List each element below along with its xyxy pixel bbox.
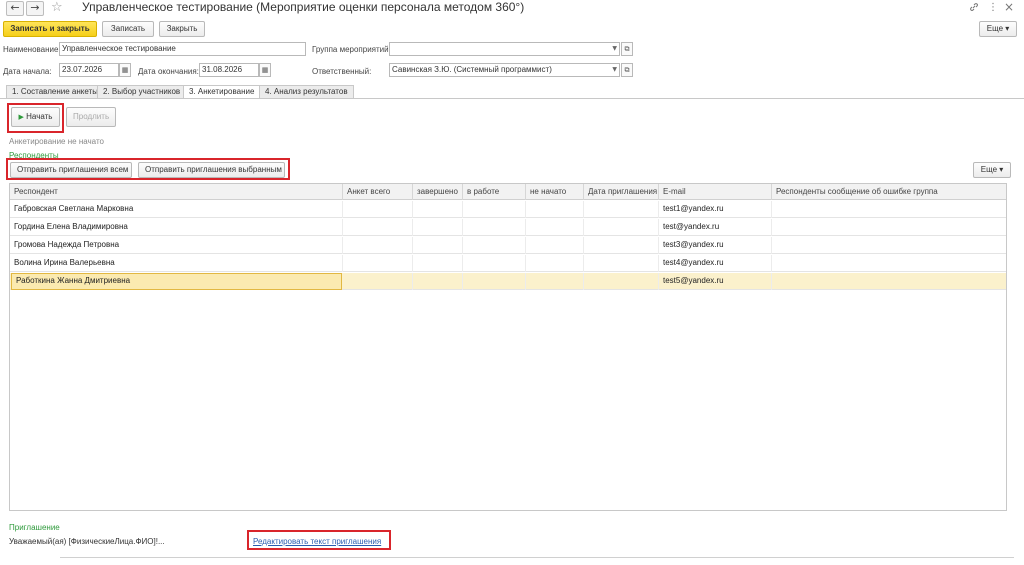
respondent-name: Габровская Светлана Марковна (10, 201, 343, 218)
edit-invitation-link[interactable]: Редактировать текст приглашения (253, 537, 381, 546)
tab-survey[interactable]: 3. Анкетирование (183, 85, 261, 99)
respondent-email: test4@yandex.ru (659, 255, 772, 272)
arrow-right-icon: → (30, 1, 40, 14)
event-group-field[interactable]: ▼ (389, 42, 620, 56)
tab-divider (0, 98, 1024, 99)
open-responsible-button[interactable]: ⧉ (621, 63, 633, 77)
invitation-caption: Приглашение (9, 523, 60, 532)
tab-analysis[interactable]: 4. Анализ результатов (259, 85, 354, 98)
survey-status: Анкетирование не начато (9, 137, 104, 146)
respondent-email: test@yandex.ru (659, 219, 772, 236)
column-respondent[interactable]: Респондент (10, 184, 343, 200)
extend-button[interactable]: Продлить (66, 107, 116, 127)
open-icon: ⧉ (624, 66, 630, 74)
table-row[interactable]: Гордина Елена Владимировна test@yandex.r… (10, 219, 1006, 236)
respondent-name: Гордина Елена Владимировна (10, 219, 343, 236)
column-in-progress[interactable]: в работе (463, 184, 526, 200)
more-button[interactable]: Еще ▾ (979, 21, 1017, 37)
page-title: Управленческое тестирование (Мероприятие… (82, 0, 525, 14)
back-button[interactable]: ← (6, 1, 24, 16)
link-icon[interactable] (969, 2, 979, 15)
calendar-icon: ▦ (261, 66, 269, 74)
close-button[interactable]: Закрыть (159, 21, 205, 37)
table-row[interactable]: Громова Надежда Петровна test3@yandex.ru (10, 237, 1006, 254)
column-not-started[interactable]: не начато (526, 184, 584, 200)
end-date-calendar-button[interactable]: ▦ (259, 63, 271, 77)
end-date-label: Дата окончания: (138, 67, 199, 76)
chevron-down-icon[interactable]: ▼ (612, 43, 617, 55)
calendar-icon: ▦ (121, 66, 129, 74)
start-date-field[interactable]: 23.07.2026 (59, 63, 119, 77)
table-more-button[interactable]: Еще ▾ (973, 162, 1011, 178)
table-row[interactable]: Габровская Светлана Марковна test1@yande… (10, 201, 1006, 218)
column-invitation-date[interactable]: Дата приглашения (584, 184, 659, 200)
respondent-name: Громова Надежда Петровна (10, 237, 343, 254)
name-field[interactable]: Управленческое тестирование (59, 42, 306, 56)
chevron-down-icon[interactable]: ▼ (612, 64, 617, 76)
close-icon[interactable]: × (1004, 0, 1014, 14)
play-icon: ▶ (18, 113, 24, 121)
save-button[interactable]: Записать (102, 21, 154, 37)
table-row-selected[interactable]: Работкина Жанна Дмитриевна test5@yandex.… (10, 273, 1006, 290)
invitation-text: Уважаемый(ая) [ФизическиеЛица.ФИО]!... (9, 537, 165, 546)
name-label: Наименование: (3, 45, 61, 54)
end-date-field[interactable]: 31.08.2026 (199, 63, 259, 77)
favorite-star-icon[interactable]: ☆ (51, 0, 63, 15)
column-error-group[interactable]: Респонденты сообщение об ошибке группа (772, 184, 1006, 200)
table-header: Респондент Анкет всего завершено в работ… (10, 184, 1006, 200)
tab-questionnaire[interactable]: 1. Составление анкеты (6, 85, 104, 98)
send-all-invitations-button[interactable]: Отправить приглашения всем (10, 162, 132, 178)
respondent-name: Работкина Жанна Дмитриевна (11, 273, 342, 290)
event-group-label: Группа мероприятий: (312, 45, 391, 54)
respondent-email: test5@yandex.ru (659, 273, 772, 290)
respondent-email: test1@yandex.ru (659, 201, 772, 218)
column-email[interactable]: E-mail (659, 184, 772, 200)
column-completed[interactable]: завершено (413, 184, 463, 200)
responsible-field[interactable]: Савинская З.Ю. (Системный программист) ▼ (389, 63, 620, 77)
forward-button[interactable]: → (26, 1, 44, 16)
column-total[interactable]: Анкет всего (343, 184, 413, 200)
save-and-close-button[interactable]: Записать и закрыть (3, 21, 97, 37)
table-row[interactable]: Волина Ирина Валерьевна test4@yandex.ru (10, 255, 1006, 272)
open-icon: ⧉ (624, 45, 630, 53)
tab-participants[interactable]: 2. Выбор участников (97, 85, 187, 98)
respondent-name: Волина Ирина Валерьевна (10, 255, 343, 272)
start-button[interactable]: ▶ Начать (11, 107, 60, 127)
respondents-table[interactable]: Респондент Анкет всего завершено в работ… (9, 183, 1007, 511)
respondent-email: test3@yandex.ru (659, 237, 772, 254)
send-selected-invitations-button[interactable]: Отправить приглашения выбранным (138, 162, 285, 178)
more-vertical-icon[interactable]: ⋮ (988, 2, 998, 13)
start-date-calendar-button[interactable]: ▦ (119, 63, 131, 77)
responsible-label: Ответственный: (312, 67, 372, 76)
bottom-divider (60, 557, 1014, 558)
arrow-left-icon: ← (10, 1, 20, 14)
start-date-label: Дата начала: (3, 67, 52, 76)
open-group-button[interactable]: ⧉ (621, 42, 633, 56)
